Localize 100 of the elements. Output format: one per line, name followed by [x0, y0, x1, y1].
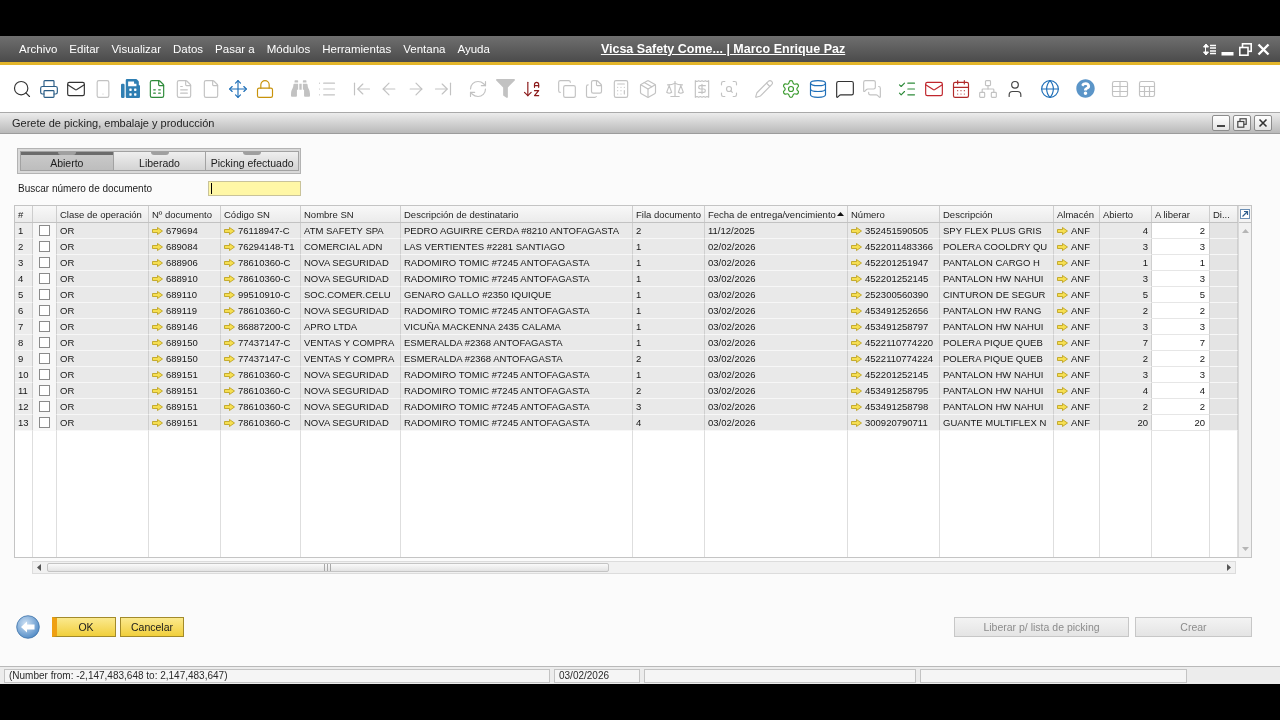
- checkbox[interactable]: [39, 305, 50, 316]
- caret-down-icon[interactable]: [1241, 547, 1249, 551]
- checkbox[interactable]: [39, 289, 50, 300]
- expand-icon[interactable]: [1240, 209, 1250, 219]
- link-arrow-icon[interactable]: [224, 242, 235, 251]
- scroll-thumb[interactable]: [47, 563, 609, 572]
- link-arrow-icon[interactable]: [851, 418, 862, 427]
- link-arrow-icon[interactable]: [1057, 290, 1068, 299]
- column-header[interactable]: Abierto: [1103, 208, 1134, 220]
- column-header[interactable]: Descripción: [943, 208, 993, 220]
- search-field[interactable]: [208, 181, 301, 196]
- menu-item[interactable]: Ventana: [398, 43, 451, 55]
- back-arrow-icon[interactable]: [16, 615, 40, 639]
- menu-item[interactable]: Pasar a: [210, 43, 260, 55]
- link-arrow-icon[interactable]: [1057, 386, 1068, 395]
- cancel-button[interactable]: Cancelar: [120, 617, 185, 637]
- checkbox[interactable]: [39, 241, 50, 252]
- quantity-input[interactable]: 3: [1152, 319, 1210, 335]
- quantity-input[interactable]: 2: [1152, 351, 1210, 367]
- link-arrow-icon[interactable]: [152, 418, 163, 427]
- link-arrow-icon[interactable]: [851, 274, 862, 283]
- quantity-input[interactable]: 20: [1152, 415, 1210, 431]
- link-arrow-icon[interactable]: [224, 402, 235, 411]
- caret-left-icon[interactable]: [37, 564, 41, 571]
- menu-item[interactable]: Editar: [64, 43, 105, 55]
- quantity-input[interactable]: 5: [1152, 287, 1210, 303]
- link-arrow-icon[interactable]: [1057, 354, 1068, 363]
- link-arrow-icon[interactable]: [152, 306, 163, 315]
- arrange-icon[interactable]: [1203, 42, 1216, 56]
- calendar-icon[interactable]: [951, 78, 971, 99]
- minimize-icon[interactable]: [1212, 115, 1230, 131]
- checkbox[interactable]: [39, 257, 50, 268]
- link-arrow-icon[interactable]: [224, 306, 235, 315]
- link-arrow-icon[interactable]: [851, 226, 862, 235]
- menu-item[interactable]: Visualizar: [106, 43, 167, 55]
- lock-icon[interactable]: [255, 78, 275, 99]
- link-arrow-icon[interactable]: [152, 290, 163, 299]
- link-arrow-icon[interactable]: [152, 242, 163, 251]
- menu-item[interactable]: Datos: [168, 43, 209, 55]
- link-arrow-icon[interactable]: [224, 258, 235, 267]
- link-arrow-icon[interactable]: [152, 322, 163, 331]
- column-header[interactable]: Nº documento: [152, 208, 212, 220]
- quantity-input[interactable]: 4: [1152, 383, 1210, 399]
- column-header[interactable]: Número: [851, 208, 885, 220]
- column-header[interactable]: Almacén: [1057, 208, 1094, 220]
- link-arrow-icon[interactable]: [851, 402, 862, 411]
- menu-item[interactable]: Herramientas: [317, 43, 397, 55]
- link-arrow-icon[interactable]: [1057, 242, 1068, 251]
- column-header[interactable]: Clase de operación: [60, 208, 142, 220]
- quantity-input[interactable]: 1: [1152, 255, 1210, 271]
- link-arrow-icon[interactable]: [851, 354, 862, 363]
- link-arrow-icon[interactable]: [152, 274, 163, 283]
- gear-icon[interactable]: [781, 78, 801, 99]
- link-arrow-icon[interactable]: [152, 402, 163, 411]
- quantity-input[interactable]: 3: [1152, 271, 1210, 287]
- ok-button[interactable]: OK: [52, 617, 116, 637]
- fax-icon[interactable]: [120, 78, 140, 99]
- checkbox[interactable]: [39, 225, 50, 236]
- link-arrow-icon[interactable]: [851, 338, 862, 347]
- database-icon[interactable]: [808, 78, 828, 99]
- checkbox[interactable]: [39, 273, 50, 284]
- tab[interactable]: Picking efectuado: [205, 151, 299, 171]
- vertical-scrollbar[interactable]: [1239, 223, 1251, 557]
- link-arrow-icon[interactable]: [224, 418, 235, 427]
- close-icon[interactable]: [1254, 115, 1272, 131]
- link-arrow-icon[interactable]: [152, 370, 163, 379]
- quantity-input[interactable]: 2: [1152, 399, 1210, 415]
- column-header[interactable]: Descripción de destinatario: [404, 208, 519, 220]
- column-header[interactable]: A liberar: [1155, 208, 1190, 220]
- column-header[interactable]: Fila documento: [636, 208, 701, 220]
- link-arrow-icon[interactable]: [1057, 258, 1068, 267]
- column-header[interactable]: Di...: [1213, 208, 1230, 220]
- link-arrow-icon[interactable]: [851, 306, 862, 315]
- help-icon[interactable]: [1075, 78, 1095, 99]
- link-arrow-icon[interactable]: [1057, 370, 1068, 379]
- link-arrow-icon[interactable]: [224, 338, 235, 347]
- link-arrow-icon[interactable]: [152, 386, 163, 395]
- link-arrow-icon[interactable]: [224, 354, 235, 363]
- quantity-input[interactable]: 2: [1152, 303, 1210, 319]
- checkbox[interactable]: [39, 369, 50, 380]
- checkbox[interactable]: [39, 401, 50, 412]
- link-arrow-icon[interactable]: [224, 370, 235, 379]
- link-arrow-icon[interactable]: [1057, 402, 1068, 411]
- horizontal-scrollbar[interactable]: [32, 561, 1236, 574]
- column-header[interactable]: Nombre SN: [304, 208, 354, 220]
- link-arrow-icon[interactable]: [224, 226, 235, 235]
- message-icon[interactable]: [835, 78, 855, 99]
- restore-icon[interactable]: [1239, 42, 1252, 56]
- link-arrow-icon[interactable]: [851, 242, 862, 251]
- column-header[interactable]: Código SN: [224, 208, 270, 220]
- link-arrow-icon[interactable]: [851, 386, 862, 395]
- menu-item[interactable]: Ayuda: [452, 43, 495, 55]
- spreadsheet-icon[interactable]: [147, 78, 167, 99]
- link-arrow-icon[interactable]: [152, 338, 163, 347]
- printer-icon[interactable]: [39, 78, 59, 99]
- search-icon[interactable]: [12, 78, 32, 99]
- link-arrow-icon[interactable]: [1057, 226, 1068, 235]
- checkbox[interactable]: [39, 385, 50, 396]
- link-arrow-icon[interactable]: [224, 386, 235, 395]
- link-arrow-icon[interactable]: [224, 322, 235, 331]
